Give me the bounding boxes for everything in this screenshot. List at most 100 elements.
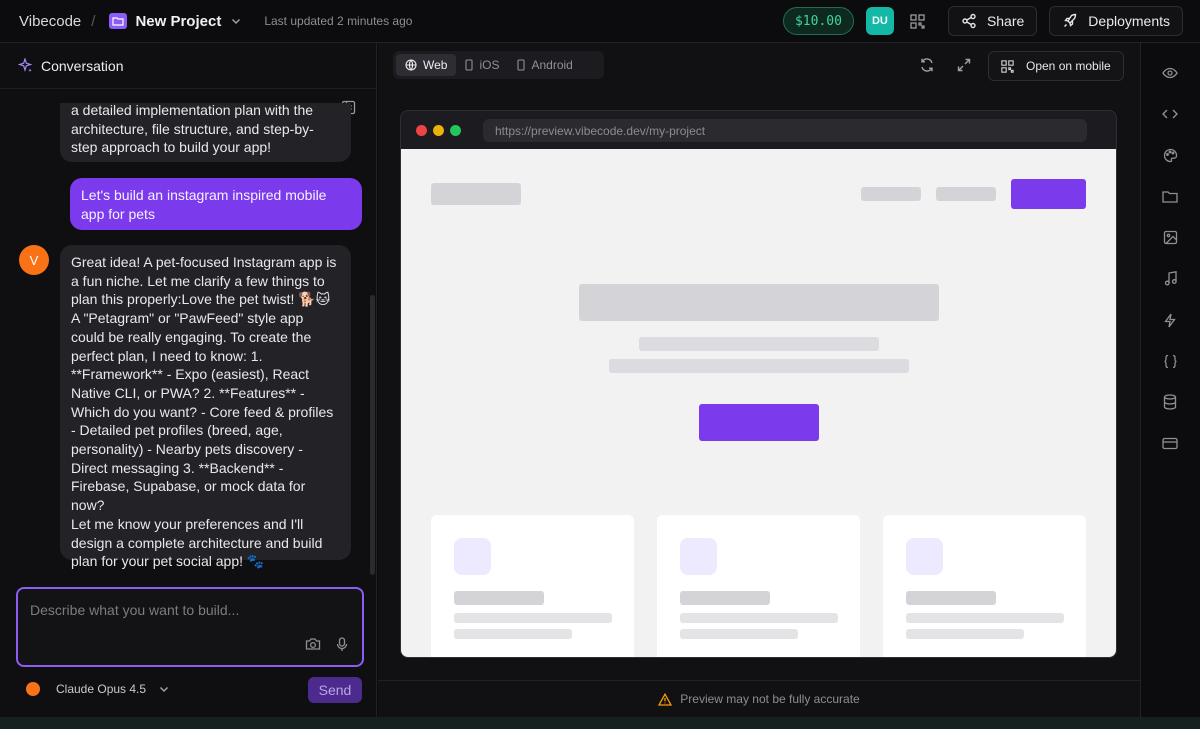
maximize-window-dot	[450, 125, 461, 136]
composer	[16, 587, 364, 667]
skeleton-logo	[431, 183, 521, 205]
share-button[interactable]: Share	[947, 6, 1038, 36]
skeleton-hero-line	[609, 359, 909, 373]
last-updated: Last updated 2 minutes ago	[264, 14, 413, 28]
skeleton-card-line	[906, 613, 1064, 623]
message-line: app for pets	[81, 205, 155, 222]
send-button[interactable]: Send	[308, 677, 362, 703]
skeleton-card	[431, 515, 634, 657]
music-icon[interactable]	[1161, 269, 1179, 287]
skeleton-card-line	[454, 629, 572, 639]
code-icon[interactable]	[1161, 105, 1179, 123]
deployments-button[interactable]: Deployments	[1049, 6, 1183, 36]
message-line: plan this properly:Love the pet twist! 🐕…	[71, 291, 331, 308]
expand-icon[interactable]	[956, 57, 972, 76]
globe-icon	[405, 59, 417, 71]
message-line: **Framework** - Expo (easiest), React	[71, 366, 310, 383]
breadcrumb-separator: /	[91, 12, 96, 30]
assistant-message: a detailed implementation plan with the …	[60, 103, 351, 162]
preview-panel: Web iOS Android Open on mobile https://p…	[378, 43, 1140, 717]
message-line: Great idea! A pet-focused Instagram app …	[71, 254, 337, 270]
preview-disclaimer: Preview may not be fully accurate	[378, 680, 1140, 717]
rocket-icon	[1064, 13, 1077, 27]
skeleton-hero-title	[579, 284, 939, 321]
platform-tabs: Web iOS Android	[393, 51, 604, 79]
message-list[interactable]: a detailed implementation plan with the …	[0, 103, 377, 618]
project-name[interactable]: New Project	[135, 13, 221, 30]
skeleton-card	[657, 515, 860, 657]
skeleton-card-line	[680, 613, 838, 623]
qr-code-icon	[1001, 59, 1014, 73]
skeleton-card-icon	[906, 538, 943, 575]
chevron-down-icon	[158, 683, 170, 695]
tool-rail	[1140, 43, 1200, 717]
open-on-mobile-button[interactable]: Open on mobile	[988, 51, 1124, 81]
share-icon	[962, 13, 976, 29]
credit-balance[interactable]: $10.00	[782, 7, 854, 35]
brand-link[interactable]: Vibecode	[19, 13, 81, 30]
qr-code-icon[interactable]	[907, 10, 929, 32]
skeleton-card-title	[680, 591, 770, 605]
phone-icon	[517, 59, 526, 71]
eye-icon[interactable]	[1161, 64, 1179, 82]
skeleton-nav-link	[936, 187, 996, 201]
refresh-icon[interactable]	[919, 57, 935, 76]
model-selector[interactable]: Claude Opus 4.5	[26, 677, 170, 701]
model-logo-icon	[26, 682, 40, 696]
chevron-down-icon[interactable]	[230, 15, 242, 27]
model-name: Claude Opus 4.5	[56, 682, 147, 696]
url-bar[interactable]: https://preview.vibecode.dev/my-project	[483, 119, 1087, 142]
conversation-panel: Conversation a detailed implementation p…	[0, 43, 377, 717]
assistant-avatar: V	[19, 245, 49, 275]
camera-icon[interactable]	[305, 637, 321, 654]
card-icon[interactable]	[1161, 434, 1179, 452]
skeleton-card-title	[454, 591, 544, 605]
warning-icon	[658, 692, 673, 706]
top-bar: Vibecode / New Project Last updated 2 mi…	[0, 0, 1200, 43]
skeleton-hero-line	[639, 337, 879, 351]
skeleton-card-icon	[454, 538, 491, 575]
tab-label: Android	[531, 58, 573, 72]
sparkle-icon	[18, 58, 33, 73]
conversation-header: Conversation	[0, 43, 376, 89]
image-icon[interactable]	[1161, 228, 1179, 246]
prompt-input[interactable]	[30, 599, 350, 621]
tab-web[interactable]: Web	[396, 54, 457, 76]
message-line: - Detailed pet profiles (breed, age,	[71, 422, 283, 439]
message-line: Let me know your preferences and I'll	[71, 515, 304, 532]
window-bottom-edge	[0, 717, 1200, 729]
preview-page	[401, 149, 1116, 657]
user-message: Let's build an instagram inspired mobile…	[70, 178, 362, 230]
chat-scrollbar[interactable]	[370, 295, 375, 575]
folder-icon	[109, 13, 128, 29]
skeleton-card-title	[906, 591, 996, 605]
message-line: a detailed implementation plan with the	[71, 103, 314, 118]
skeleton-hero-button	[699, 404, 819, 441]
lightning-icon[interactable]	[1161, 311, 1179, 329]
share-label: Share	[986, 13, 1025, 29]
phone-icon	[465, 59, 474, 71]
message-line: design a complete architecture and build	[71, 534, 323, 551]
tab-label: iOS	[479, 58, 500, 72]
minimize-window-dot	[433, 125, 444, 136]
skeleton-nav-link	[861, 187, 921, 201]
folder-icon[interactable]	[1161, 187, 1179, 205]
braces-icon[interactable]	[1161, 352, 1179, 370]
conversation-title: Conversation	[41, 57, 124, 74]
tab-ios[interactable]: iOS	[456, 54, 508, 76]
close-window-dot	[416, 125, 427, 136]
message-line: Firebase, Supabase, or mock data for now…	[71, 478, 306, 514]
message-line: A "Petagram" or "PawFeed" style app	[71, 310, 304, 327]
message-line: Direct messaging 3. **Backend** -	[71, 459, 284, 476]
palette-icon[interactable]	[1161, 146, 1179, 164]
message-line: plan for your pet social app! 🐾	[71, 553, 265, 570]
skeleton-card	[883, 515, 1086, 657]
message-line: Let's build an instagram inspired mobile	[81, 187, 327, 203]
microphone-icon[interactable]	[336, 637, 348, 655]
database-icon[interactable]	[1161, 393, 1179, 411]
preview-disclaimer-text: Preview may not be fully accurate	[680, 692, 860, 706]
skeleton-card-line	[680, 629, 798, 639]
message-line: perfect plan, I need to know: 1.	[71, 347, 263, 364]
tab-android[interactable]: Android	[508, 54, 581, 76]
user-avatar[interactable]: DU	[865, 7, 894, 35]
